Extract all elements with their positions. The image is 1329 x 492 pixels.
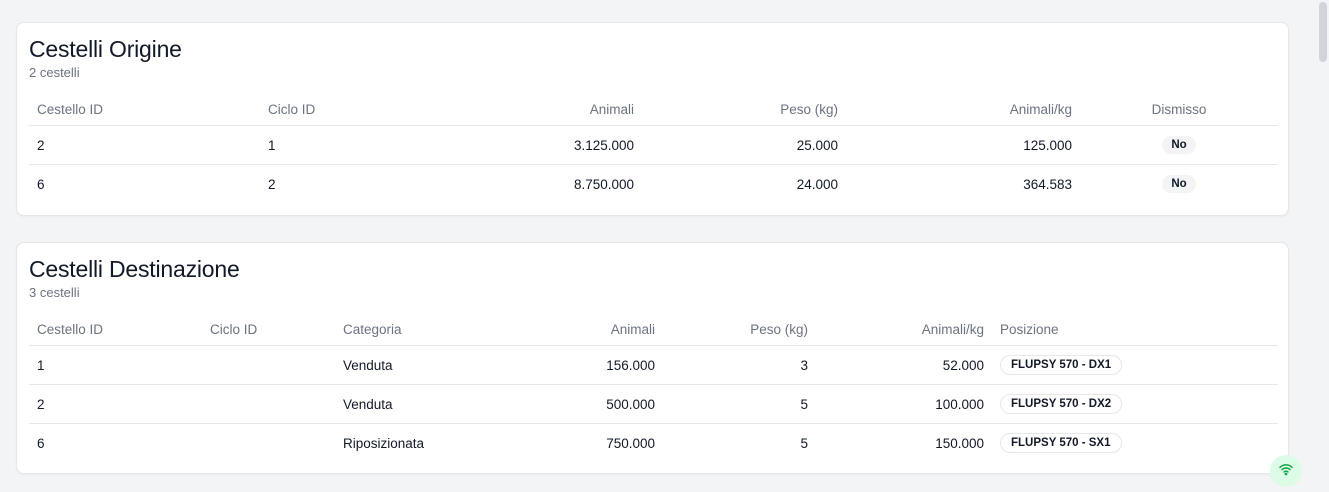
card-subtitle: 3 cestelli [29,285,80,300]
cell-animali-kg: 125.000 [846,125,1080,165]
cell-categoria: Riposizionata [343,435,425,451]
cell-ciclo-id: 1 [260,125,420,165]
cell-ciclo-id [202,424,335,463]
cestelli-destinazione-card: Cestelli Destinazione 3 cestelli Cestell… [16,242,1289,474]
table-row[interactable]: 1 Venduta 156.000 3 52.000 FLUPSY 570 - … [29,345,1278,385]
column-header-cestello-id[interactable]: Cestello ID [29,313,202,346]
cell-animali-kg: 364.583 [1023,176,1072,192]
cell-animali: 3.125.000 [420,125,642,165]
column-header-ciclo-id[interactable]: Ciclo ID [260,93,420,126]
table-header-row: Cestello ID Ciclo ID Categoria Animali P… [29,313,1278,346]
scrollbar-thumb[interactable] [1319,2,1327,62]
cell-peso: 5 [800,435,808,451]
table-row[interactable]: 2 Venduta 500.000 5 100.000 FLUPSY 570 -… [29,384,1278,424]
table-row[interactable]: 2 1 3.125.000 25.000 125.000 No [29,125,1278,165]
cell-animali: 750.000 [606,435,655,451]
cell-peso: 24.000 [796,176,838,192]
dismisso-badge: No [1162,136,1196,154]
card-title: Cestelli Destinazione [29,256,240,282]
cell-ciclo-id: 2 [268,176,276,192]
column-header-dismisso[interactable]: Dismisso [1080,93,1278,126]
connection-status-button[interactable] [1270,455,1302,487]
cell-ciclo-id [202,345,335,385]
cell-posizione: FLUPSY 570 - SX1 [992,424,1278,463]
posizione-badge: FLUPSY 570 - DX2 [1000,394,1123,414]
column-header-animali[interactable]: Animali [420,93,642,126]
cell-ciclo-id [202,384,335,424]
table-header-row: Cestello ID Ciclo ID Animali Peso (kg) A… [29,93,1278,126]
table-row[interactable]: 6 Riposizionata 750.000 5 150.000 FLUPSY… [29,424,1278,463]
destinazione-table: Cestello ID Ciclo ID Categoria Animali P… [29,313,1278,462]
card-subtitle: 2 cestelli [29,65,80,80]
column-header-categoria[interactable]: Categoria [335,313,505,346]
cell-cestello-id: 6 [37,435,45,451]
cestelli-origine-card: Cestelli Origine 2 cestelli Cestello ID … [16,22,1289,216]
column-header-ciclo-id[interactable]: Ciclo ID [202,313,335,346]
column-header-posizione[interactable]: Posizione [992,313,1278,346]
column-header-animali[interactable]: Animali [505,313,663,346]
cell-posizione: FLUPSY 570 - DX1 [992,345,1278,385]
cell-cestello-id: 6 [37,176,45,192]
cell-animali-kg: 100.000 [816,384,992,424]
cell-animali: 156.000 [505,345,663,385]
cell-peso: 25.000 [642,125,846,165]
cell-categoria: Venduta [335,345,505,385]
cell-dismisso: No [1080,125,1278,165]
dismisso-badge: No [1162,175,1196,193]
cell-animali: 8.750.000 [573,176,634,192]
column-header-animali-kg[interactable]: Animali/kg [846,93,1080,126]
column-header-animali-kg[interactable]: Animali/kg [816,313,992,346]
origine-table: Cestello ID Ciclo ID Animali Peso (kg) A… [29,93,1278,203]
column-header-peso[interactable]: Peso (kg) [642,93,846,126]
cell-categoria: Venduta [335,384,505,424]
cell-animali-kg: 150.000 [935,435,984,451]
cell-animali-kg: 52.000 [816,345,992,385]
wifi-icon [1278,461,1294,482]
posizione-badge: FLUPSY 570 - SX1 [1000,433,1122,453]
card-title: Cestelli Origine [29,36,182,62]
table-row[interactable]: 6 2 8.750.000 24.000 364.583 No [29,165,1278,204]
cell-cestello-id: 2 [29,384,202,424]
posizione-badge: FLUPSY 570 - DX1 [1000,355,1123,375]
cell-animali: 500.000 [505,384,663,424]
column-header-cestello-id[interactable]: Cestello ID [29,93,260,126]
cell-cestello-id: 2 [29,125,260,165]
cell-cestello-id: 1 [29,345,202,385]
cell-posizione: FLUPSY 570 - DX2 [992,384,1278,424]
page-scrollbar[interactable] [1317,0,1329,492]
cell-peso: 3 [663,345,816,385]
cell-dismisso: No [1080,165,1278,204]
cell-peso: 5 [663,384,816,424]
column-header-peso[interactable]: Peso (kg) [663,313,816,346]
